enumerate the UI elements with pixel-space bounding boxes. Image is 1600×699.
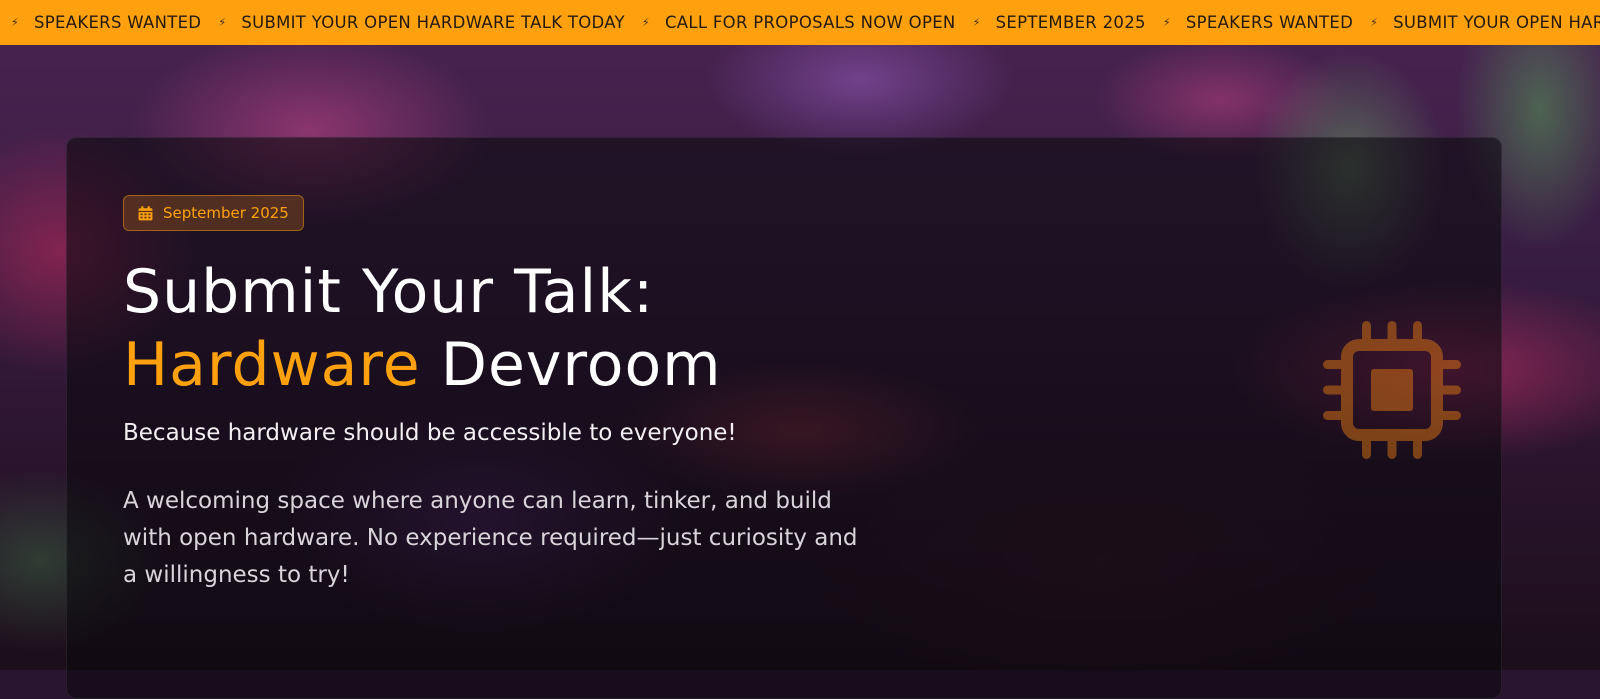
bolt-icon: ⚡	[972, 16, 981, 29]
title-accent: Hardware	[123, 330, 421, 400]
bolt-icon: ⚡	[641, 16, 650, 29]
title-rest: Devroom	[420, 330, 722, 400]
ticker-item-label: SPEAKERS WANTED	[1185, 13, 1354, 32]
bolt-icon: ⚡	[1162, 16, 1171, 29]
chip-icon	[1323, 321, 1461, 459]
page-title: Submit Your Talk: Hardware Devroom	[123, 256, 722, 402]
badge-label: September 2025	[163, 204, 289, 222]
ticker-item: ⚡ SPEAKERS WANTED	[1146, 13, 1353, 32]
ticker-item-label: CALL FOR PROPOSALS NOW OPEN	[664, 13, 956, 32]
ticker-item: ⚡ CALL FOR PROPOSALS NOW OPEN	[625, 13, 956, 32]
ticker-item-label: SPEAKERS WANTED	[34, 13, 202, 32]
title-line-1: Submit Your Talk:	[123, 257, 655, 327]
hero-card: September 2025 Submit Your Talk: Hardwar…	[66, 137, 1502, 699]
calendar-icon	[138, 205, 153, 220]
ticker-item: ⚡ SPEAKERS WANTED	[8, 13, 201, 32]
ticker-item-label: SEPTEMBER 2025	[995, 13, 1146, 32]
ticker-item: ⚡ SUBMIT YOUR OPEN HARDWARE TALK TODAY	[1353, 13, 1600, 32]
ticker-track: ⚡ SPEAKERS WANTED ⚡ SUBMIT YOUR OPEN HAR…	[0, 0, 1600, 45]
ticker-item: ⚡ SUBMIT YOUR OPEN HARDWARE TALK TODAY	[201, 13, 625, 32]
ticker-item-label: SUBMIT YOUR OPEN HARDWARE TALK TODAY	[241, 13, 625, 32]
bolt-icon: ⚡	[1370, 16, 1379, 29]
tagline: Because hardware should be accessible to…	[123, 420, 737, 446]
announcement-ticker: ⚡ SPEAKERS WANTED ⚡ SUBMIT YOUR OPEN HAR…	[0, 0, 1600, 45]
description: A welcoming space where anyone can learn…	[123, 488, 858, 588]
bolt-icon: ⚡	[218, 16, 227, 29]
bolt-icon: ⚡	[10, 16, 20, 29]
date-badge: September 2025	[123, 195, 304, 231]
ticker-item: ⚡ SEPTEMBER 2025	[956, 13, 1146, 32]
ticker-item-label: SUBMIT YOUR OPEN HARDWARE TALK TODAY	[1393, 13, 1600, 32]
